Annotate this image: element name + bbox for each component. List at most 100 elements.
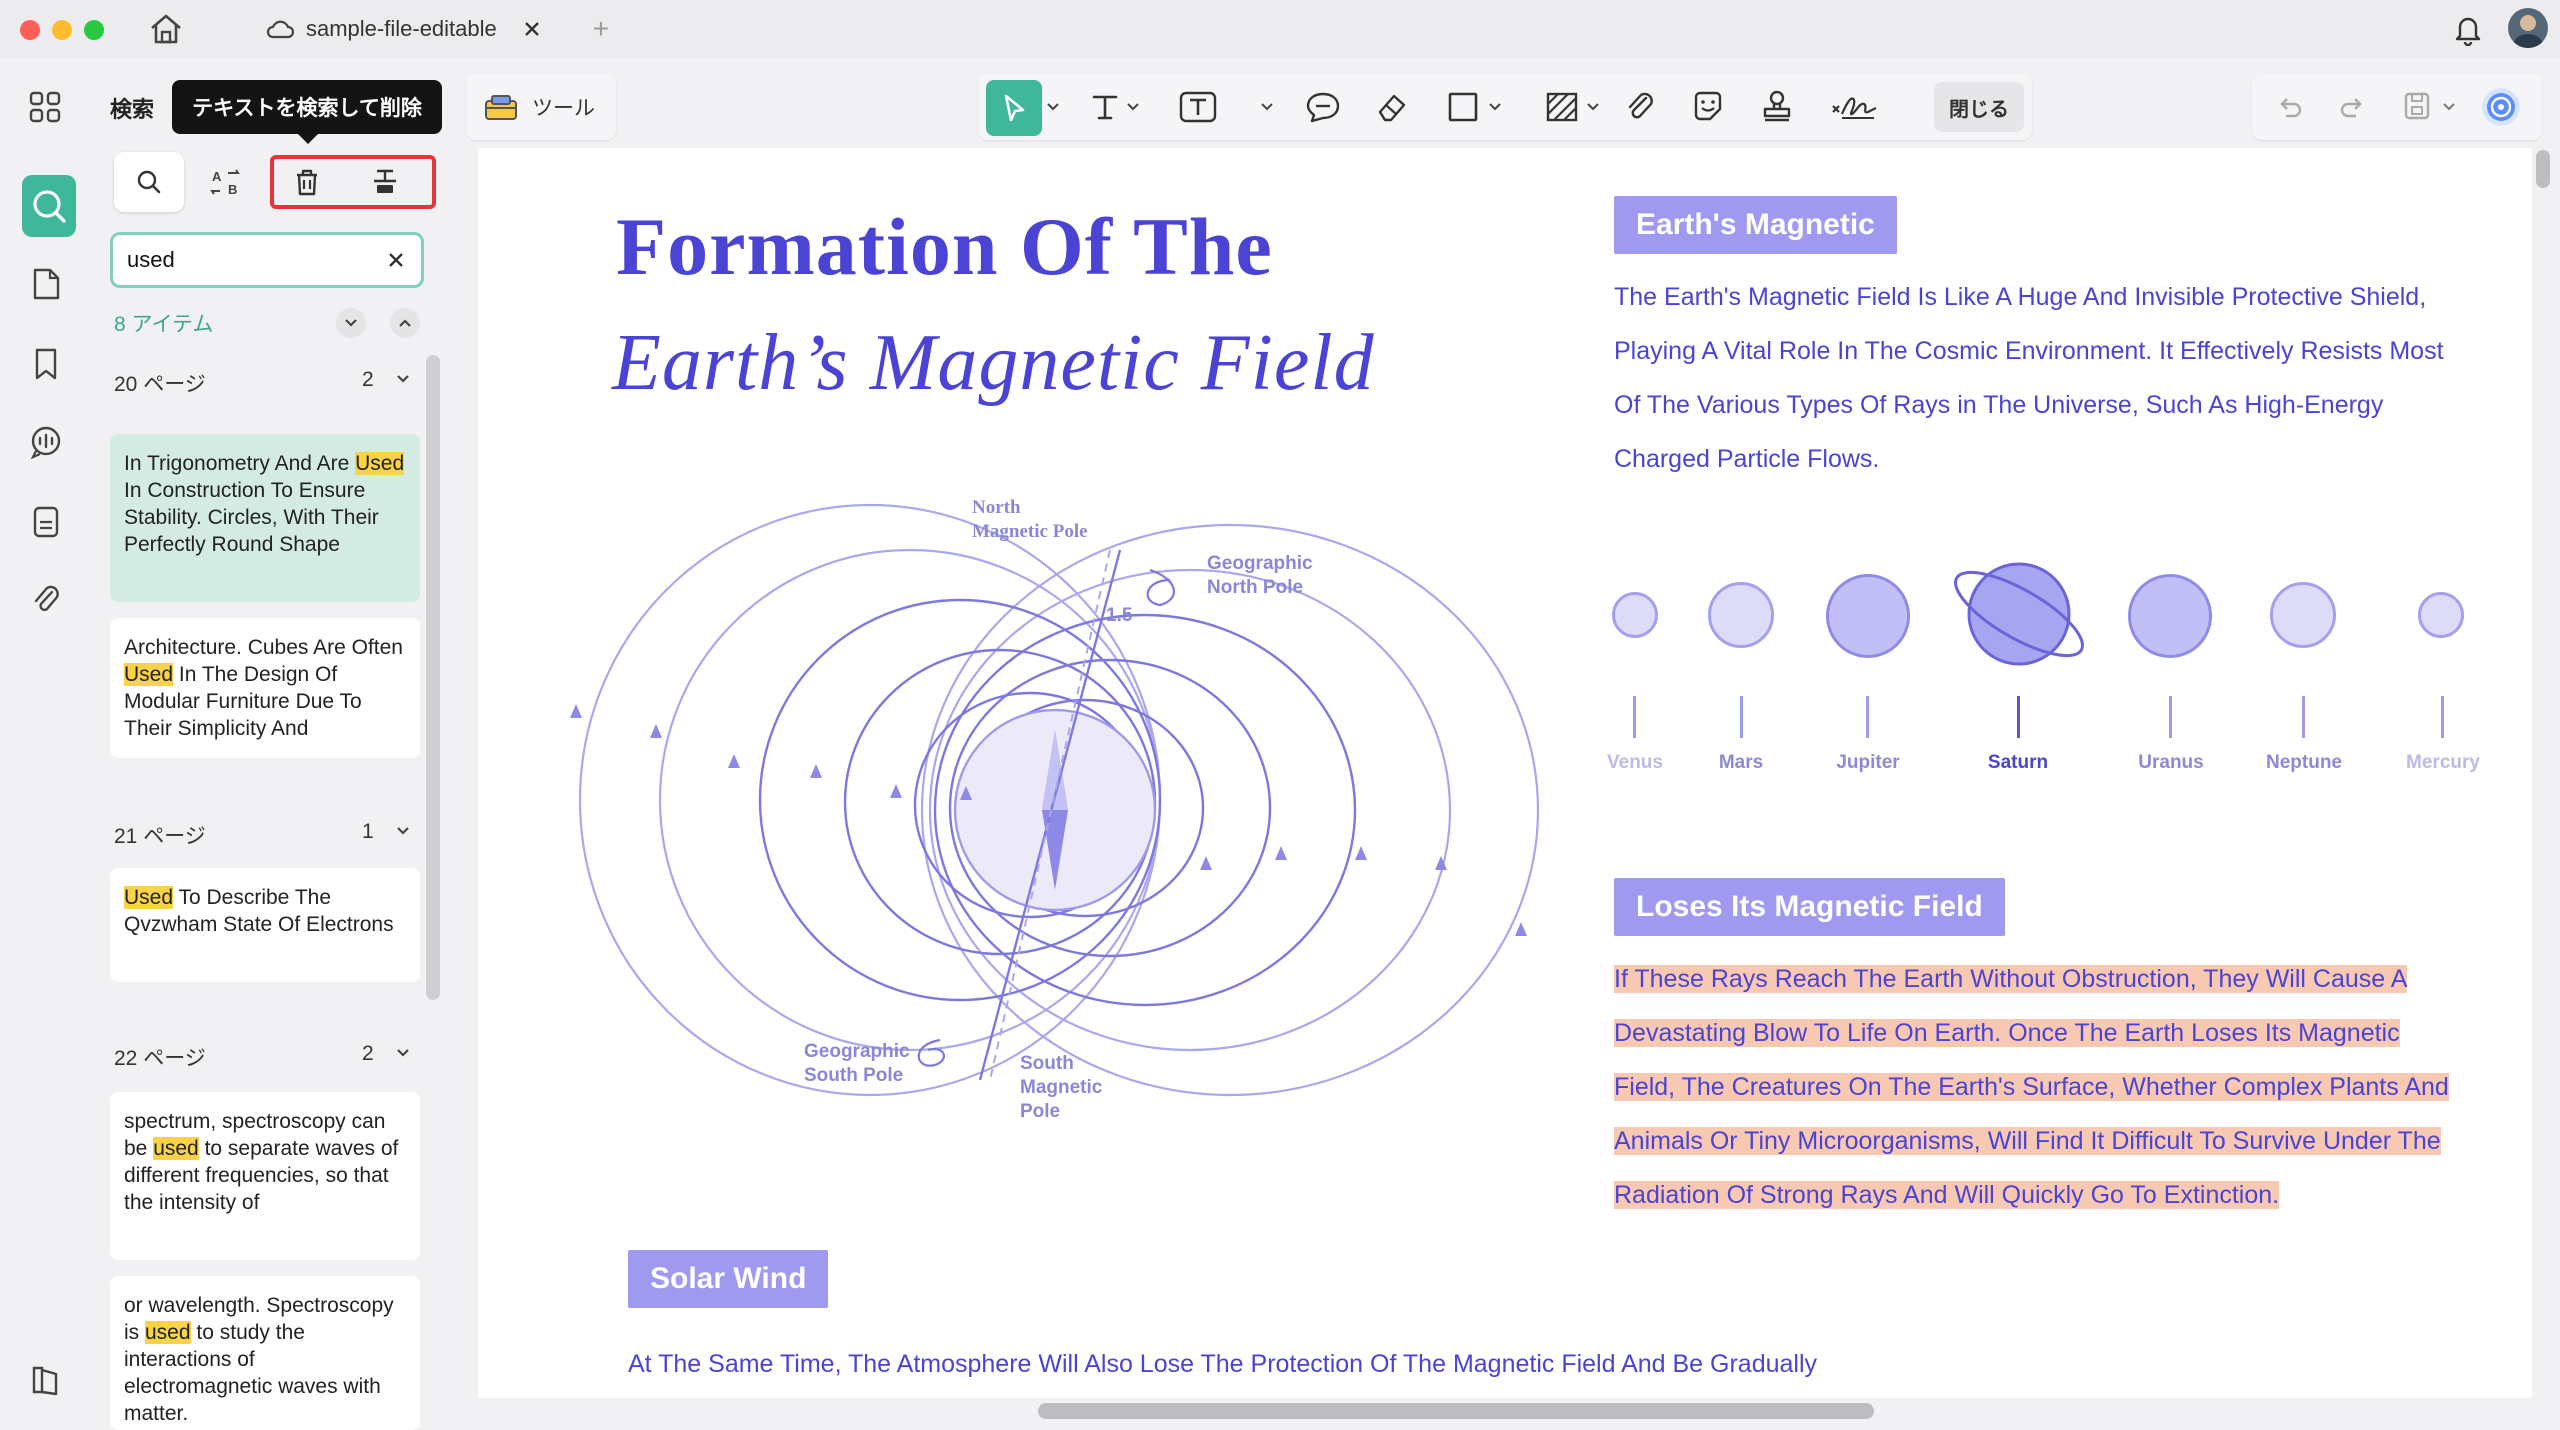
cloud-icon: [266, 18, 294, 40]
redo-icon[interactable]: [2338, 92, 2368, 122]
chevron-down-icon[interactable]: [396, 1048, 410, 1058]
close-window-button[interactable]: [20, 20, 40, 40]
result-group-page[interactable]: 20 ページ: [114, 368, 206, 398]
ai-chat-icon[interactable]: [28, 424, 64, 460]
left-rail: [0, 58, 92, 1430]
replace-mode-button[interactable]: AB: [192, 152, 262, 212]
zoom-window-button[interactable]: [84, 20, 104, 40]
search-input[interactable]: [127, 245, 367, 275]
close-toolbar-button[interactable]: 閉じる: [1934, 82, 2024, 132]
planet-tick: [1633, 696, 1636, 738]
planet-tick: [1866, 696, 1869, 738]
attach-file-icon[interactable]: [1624, 82, 1658, 132]
bookmark-icon[interactable]: [30, 346, 62, 382]
planet-label: Neptune: [2266, 752, 2342, 773]
apps-grid-icon[interactable]: [28, 90, 62, 124]
match-highlight: used: [145, 1321, 191, 1344]
chevron-down-icon[interactable]: [1260, 82, 1274, 132]
close-tab-icon[interactable]: [523, 20, 541, 38]
planet-tick: [2017, 696, 2020, 738]
eraser-icon[interactable]: [1374, 82, 1410, 132]
sticker-icon[interactable]: [1690, 82, 1726, 132]
match-highlight: Used: [124, 886, 174, 909]
search-tool-button[interactable]: [22, 175, 76, 237]
clear-search-icon[interactable]: [383, 247, 409, 273]
minimize-window-button[interactable]: [52, 20, 72, 40]
chevron-up-icon: [398, 318, 412, 328]
section-heading-earths-magnetic: Earth's Magnetic: [1614, 196, 1897, 254]
geographic-north-pole-label: Geographic North Pole: [1207, 553, 1313, 598]
section-paragraph: The Earth's Magnetic Field Is Like A Hug…: [1614, 283, 2444, 473]
planet-label: Uranus: [2138, 752, 2204, 773]
vertical-scrollbar[interactable]: [2536, 150, 2550, 188]
chevron-down-icon[interactable]: [1586, 82, 1600, 132]
undo-icon[interactable]: [2274, 92, 2304, 122]
section-heading-solar-wind: Solar Wind: [628, 1250, 829, 1308]
user-avatar[interactable]: [2508, 8, 2548, 48]
search-field[interactable]: [110, 232, 424, 288]
attachment-icon[interactable]: [30, 582, 62, 618]
north-magnetic-pole-label: North Magnetic Pole: [972, 497, 1088, 542]
result-count: 8 アイテム: [114, 313, 214, 336]
pages-icon[interactable]: [30, 266, 62, 302]
home-icon[interactable]: [148, 12, 184, 46]
ai-assistant-icon[interactable]: [2482, 88, 2520, 126]
tab-title: sample-file-editable: [306, 16, 497, 41]
chevron-down-icon[interactable]: [2442, 102, 2456, 112]
planet-mars: [1708, 582, 1774, 648]
planet-label: Jupiter: [1836, 752, 1900, 773]
text-tool-icon[interactable]: [1088, 82, 1122, 132]
result-group-page[interactable]: 21 ページ: [114, 820, 206, 850]
geographic-south-pole-label: Geographic South Pole: [804, 1041, 910, 1086]
new-tab-button[interactable]: +: [593, 13, 609, 45]
search-result-item[interactable]: or wavelength. Spectroscopy is used to s…: [110, 1276, 420, 1430]
search-result-item[interactable]: spectrum, spectroscopy can be used to se…: [110, 1092, 420, 1260]
svg-text:B: B: [228, 182, 237, 197]
signature-icon[interactable]: [1830, 82, 1878, 132]
chevron-down-icon: [344, 318, 358, 328]
angle-label: 1.5: [1106, 605, 1133, 626]
search-result-item[interactable]: Used To Describe The Qvzwham State Of El…: [110, 868, 420, 982]
area-highlight-icon[interactable]: [1544, 82, 1580, 132]
chevron-down-icon[interactable]: [396, 826, 410, 836]
south-magnetic-pole-label: South Magnetic Pole: [1020, 1053, 1103, 1122]
toolbox-icon: [484, 92, 518, 122]
save-icon[interactable]: [2402, 90, 2432, 122]
planet-label: Mercury: [2406, 752, 2480, 773]
planet-neptune: [2270, 582, 2336, 648]
result-group-page[interactable]: 22 ページ: [114, 1042, 206, 1072]
search-mode-button[interactable]: [114, 152, 184, 212]
chevron-down-icon[interactable]: [1126, 82, 1140, 132]
replace-text-icon: AB: [210, 167, 244, 197]
section-paragraph: At The Same Time, The Atmosphere Will Al…: [628, 1350, 1818, 1378]
select-tool-button[interactable]: [986, 80, 1042, 136]
previous-result-button[interactable]: [390, 308, 420, 338]
planet-tick: [2169, 696, 2172, 738]
result-group-count: 2: [362, 1042, 374, 1065]
title-bar: sample-file-editable +: [0, 0, 2560, 58]
sidebar-toggle-icon[interactable]: [28, 1362, 64, 1398]
next-result-button[interactable]: [336, 308, 366, 338]
chevron-down-icon[interactable]: [396, 374, 410, 384]
rectangle-shape-icon[interactable]: [1446, 82, 1480, 132]
planet-tick: [1740, 696, 1743, 738]
results-scrollbar[interactable]: [426, 355, 440, 1000]
chevron-down-icon[interactable]: [1488, 82, 1502, 132]
stamp-icon[interactable]: [1760, 82, 1794, 132]
chevron-down-icon[interactable]: [1046, 82, 1060, 132]
comment-icon[interactable]: [1304, 82, 1342, 132]
panel-title: 検索: [110, 97, 155, 122]
text-box-icon[interactable]: [1178, 82, 1218, 132]
search-result-item[interactable]: Architecture. Cubes Are Often Used In Th…: [110, 618, 420, 758]
match-highlight: Used: [124, 663, 174, 686]
tools-button[interactable]: ツール: [466, 74, 616, 140]
notification-bell-icon[interactable]: [2452, 12, 2484, 46]
planet-tick: [2302, 696, 2305, 738]
document-info-icon[interactable]: [30, 504, 62, 540]
document-title-line-2: Earth’s Magnetic Field: [612, 319, 1375, 407]
horizontal-scrollbar[interactable]: [1038, 1403, 1874, 1419]
document-tab[interactable]: sample-file-editable +: [266, 12, 609, 46]
search-icon: [135, 168, 163, 196]
search-result-item[interactable]: In Trigonometry And Are Used In Construc…: [110, 434, 420, 602]
delete-tooltip: テキストを検索して削除: [172, 80, 442, 144]
